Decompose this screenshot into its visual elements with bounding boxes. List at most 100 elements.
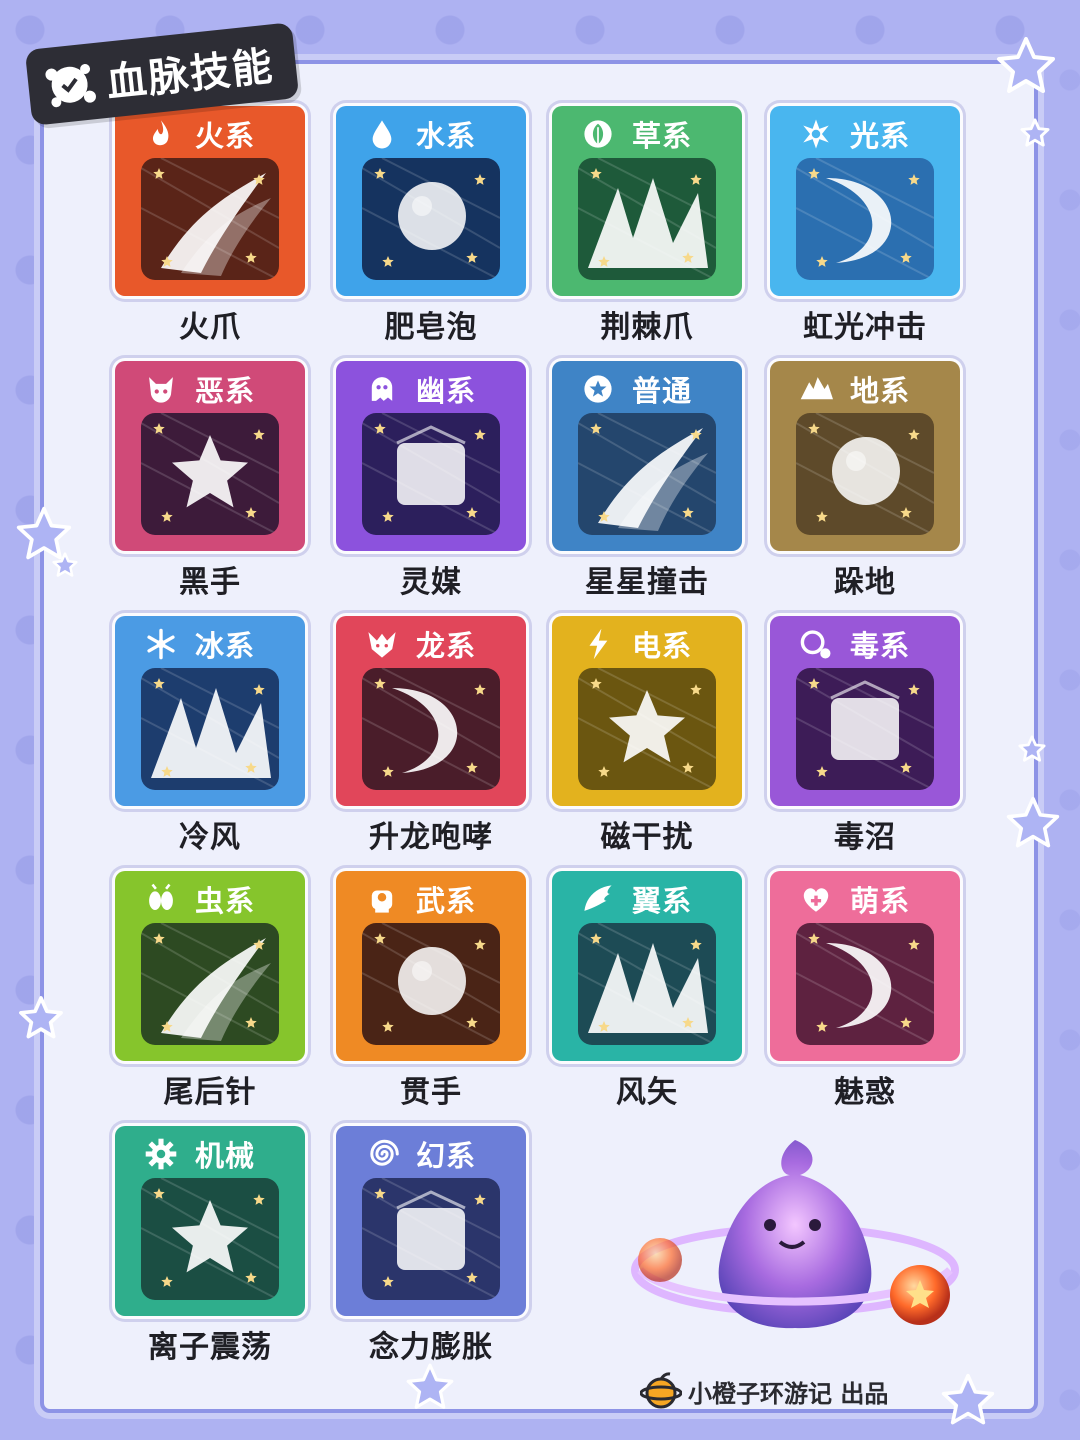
star-decoration xyxy=(406,1363,454,1409)
skill-name: 贯手 xyxy=(400,1075,462,1110)
skill-card[interactable]: 机械 xyxy=(115,1126,305,1316)
star-decoration xyxy=(1006,796,1060,848)
skill-name: 虹光冲击 xyxy=(803,310,927,345)
type-label: 幻系 xyxy=(416,1139,477,1173)
skill-card[interactable]: 虫系 xyxy=(115,871,305,1061)
splash-icon xyxy=(38,52,102,116)
type-label: 电系 xyxy=(632,629,693,663)
card-header: 机械 xyxy=(115,1126,305,1182)
skill-artwork xyxy=(578,923,716,1045)
orange-planet-icon xyxy=(640,1372,682,1409)
skill-name: 冷风 xyxy=(179,820,241,855)
gear-icon xyxy=(141,1134,181,1174)
skill-name: 跺地 xyxy=(834,565,896,600)
skill-card[interactable]: 武系 xyxy=(336,871,526,1061)
skill-card[interactable]: 普通 xyxy=(552,361,742,551)
type-label: 草系 xyxy=(632,119,693,153)
skill-name: 荆棘爪 xyxy=(600,310,694,345)
footer-credit: 小橙子环游记 出品 xyxy=(640,1370,888,1412)
type-label: 普通 xyxy=(632,374,693,408)
skill-name: 毒沼 xyxy=(834,820,896,855)
star-decoration xyxy=(52,552,78,577)
skill-card[interactable]: 翼系 xyxy=(552,871,742,1061)
skill-artwork xyxy=(578,413,716,535)
card-header: 毒系 xyxy=(770,616,960,672)
wing-icon xyxy=(578,879,618,919)
card-header: 虫系 xyxy=(115,871,305,927)
skill-name: 灵媒 xyxy=(400,565,462,600)
card-header: 幽系 xyxy=(336,361,526,417)
skill-artwork xyxy=(796,158,934,280)
type-label: 水系 xyxy=(416,119,477,153)
skill-card[interactable]: 毒系 xyxy=(770,616,960,806)
flame-icon xyxy=(141,114,181,154)
card-header: 普通 xyxy=(552,361,742,417)
card-header: 草系 xyxy=(552,106,742,162)
card-header: 龙系 xyxy=(336,616,526,672)
skill-artwork xyxy=(141,1178,279,1300)
type-label: 龙系 xyxy=(416,629,477,663)
type-label: 恶系 xyxy=(195,374,256,408)
skill-artwork xyxy=(141,413,279,535)
card-header: 冰系 xyxy=(115,616,305,672)
skill-card[interactable]: 水系 xyxy=(336,106,526,296)
lightning-icon xyxy=(578,624,618,664)
skill-artwork xyxy=(796,413,934,535)
swirl-icon xyxy=(362,1134,402,1174)
dragon-icon xyxy=(362,624,402,664)
footer-text: 小橙子环游记 出品 xyxy=(688,1379,889,1408)
fist-icon xyxy=(362,879,402,919)
galaxy-slime-mascot xyxy=(631,1140,959,1329)
skill-artwork xyxy=(796,668,934,790)
card-header: 武系 xyxy=(336,871,526,927)
devil-icon xyxy=(141,369,181,409)
skill-card[interactable]: 冰系 xyxy=(115,616,305,806)
ghost-icon xyxy=(362,369,402,409)
star-decoration xyxy=(19,996,63,1039)
skill-card[interactable]: 恶系 xyxy=(115,361,305,551)
bug-icon xyxy=(141,879,181,919)
skill-card[interactable]: 电系 xyxy=(552,616,742,806)
skill-name: 风矢 xyxy=(616,1075,678,1110)
skill-name: 磁干扰 xyxy=(600,820,694,855)
leaf-icon xyxy=(578,114,618,154)
type-label: 虫系 xyxy=(195,884,256,918)
skill-card[interactable]: 光系 xyxy=(770,106,960,296)
skill-artwork xyxy=(578,158,716,280)
skill-card[interactable]: 地系 xyxy=(770,361,960,551)
skill-card[interactable]: 龙系 xyxy=(336,616,526,806)
type-label: 光系 xyxy=(850,119,911,153)
skill-card[interactable]: 幻系 xyxy=(336,1126,526,1316)
card-header: 电系 xyxy=(552,616,742,672)
skill-card[interactable]: 幽系 xyxy=(336,361,526,551)
card-header: 水系 xyxy=(336,106,526,162)
card-header: 萌系 xyxy=(770,871,960,927)
skill-card[interactable]: 萌系 xyxy=(770,871,960,1061)
skill-name: 升龙咆哮 xyxy=(369,820,493,855)
poison-bubble-icon xyxy=(796,624,836,664)
card-header: 恶系 xyxy=(115,361,305,417)
sparkle-icon xyxy=(796,114,836,154)
skill-card[interactable]: 草系 xyxy=(552,106,742,296)
skill-artwork xyxy=(796,923,934,1045)
type-label: 机械 xyxy=(195,1139,256,1173)
card-header: 光系 xyxy=(770,106,960,162)
type-label: 幽系 xyxy=(416,374,477,408)
skill-artwork xyxy=(578,668,716,790)
card-header: 火系 xyxy=(115,106,305,162)
skill-name: 肥皂泡 xyxy=(384,310,478,345)
star-decoration xyxy=(997,37,1055,93)
card-header: 幻系 xyxy=(336,1126,526,1182)
skill-artwork xyxy=(362,158,500,280)
star-decoration xyxy=(1020,118,1050,147)
type-label: 冰系 xyxy=(195,629,256,663)
skill-name: 离子震荡 xyxy=(148,1330,272,1365)
card-header: 地系 xyxy=(770,361,960,417)
skill-name: 尾后针 xyxy=(163,1075,257,1110)
water-drop-icon xyxy=(362,114,402,154)
skill-artwork xyxy=(141,668,279,790)
skill-card[interactable]: 火系 xyxy=(115,106,305,296)
skill-name: 火爪 xyxy=(179,310,241,345)
skill-artwork xyxy=(362,668,500,790)
skill-name: 星星撞击 xyxy=(585,565,709,600)
